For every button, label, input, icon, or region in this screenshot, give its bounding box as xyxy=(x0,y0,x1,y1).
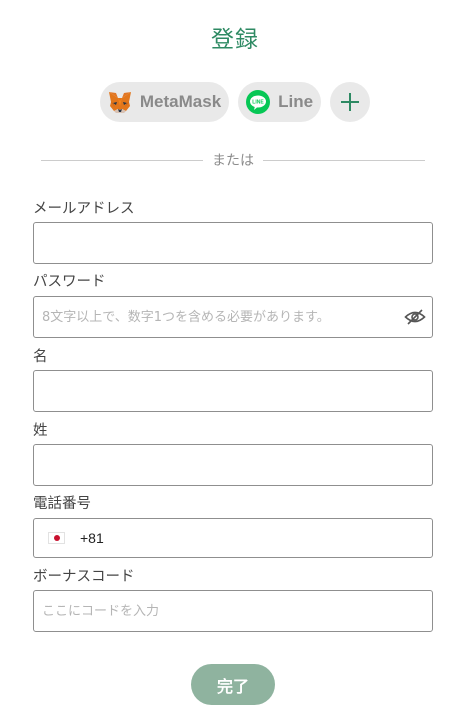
divider-line-right xyxy=(263,159,425,161)
submit-button[interactable]: 完了 xyxy=(191,664,275,705)
metamask-button[interactable]: MetaMask xyxy=(99,82,230,122)
email-label: メールアドレス xyxy=(33,201,135,217)
last-name-input[interactable] xyxy=(34,445,432,485)
divider-text: または xyxy=(212,153,254,169)
first-name-input[interactable] xyxy=(34,371,432,411)
password-input[interactable] xyxy=(34,297,432,337)
last-name-field-box xyxy=(33,444,433,486)
email-input[interactable] xyxy=(34,223,432,263)
metamask-label: MetaMask xyxy=(139,92,222,111)
page-title: 登録 xyxy=(211,27,259,53)
bonus-code-field-box xyxy=(33,590,433,632)
or-divider: または xyxy=(41,150,425,170)
phone-label: 電話番号 xyxy=(33,496,91,512)
divider-line-left xyxy=(41,159,203,161)
first-name-label: 名 xyxy=(33,349,48,365)
country-dial-code: +81 xyxy=(80,530,104,546)
social-login-row: MetaMask LINE Line xyxy=(0,82,470,122)
line-label: Line xyxy=(278,92,314,111)
email-field-box xyxy=(33,222,433,264)
password-field-box xyxy=(33,296,433,338)
bonus-code-input[interactable] xyxy=(34,591,432,631)
metamask-fox-icon xyxy=(107,89,133,115)
bonus-code-label: ボーナスコード xyxy=(33,569,135,585)
japan-flag-icon[interactable] xyxy=(48,532,65,544)
line-icon: LINE xyxy=(245,89,271,115)
last-name-label: 姓 xyxy=(33,423,48,439)
first-name-field-box xyxy=(33,370,433,412)
password-label: パスワード xyxy=(33,274,106,290)
line-button[interactable]: LINE Line xyxy=(238,82,322,122)
plus-icon xyxy=(341,93,360,111)
svg-text:LINE: LINE xyxy=(252,100,264,106)
more-providers-button[interactable] xyxy=(330,82,371,122)
phone-input[interactable] xyxy=(103,519,432,557)
eye-off-icon[interactable] xyxy=(404,307,426,327)
phone-field-box: +81 xyxy=(33,518,433,558)
